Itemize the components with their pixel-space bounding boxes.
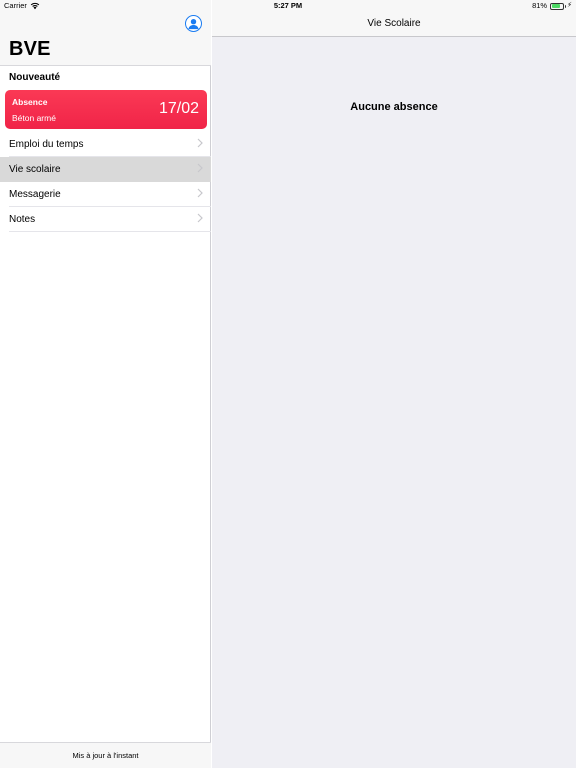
- battery-icon: [550, 2, 567, 10]
- profile-button[interactable]: [185, 15, 202, 32]
- menu-list: Emploi du temps Vie scolaire Messagerie: [0, 132, 211, 232]
- row-separator: [9, 231, 211, 232]
- section-header-news: Nouveauté: [9, 72, 61, 83]
- menu-item-vie-scolaire[interactable]: Vie scolaire: [0, 157, 211, 182]
- user-circle-icon: [188, 19, 199, 30]
- chevron-right-icon: [197, 188, 203, 198]
- menu-item-label: Vie scolaire: [9, 164, 61, 175]
- menu-item-messagerie[interactable]: Messagerie: [0, 182, 211, 207]
- empty-state-message: Aucune absence: [350, 101, 438, 113]
- ipad-screen: Carrier 5:27 PM 81% ⚡︎ BVE Nouveauté Abs…: [0, 0, 576, 768]
- news-card-subtitle: Béton armé: [12, 113, 56, 123]
- menu-item-label: Messagerie: [9, 189, 61, 200]
- bolt-icon: ⚡︎: [567, 2, 572, 9]
- menu-item-emploi-du-temps[interactable]: Emploi du temps: [0, 132, 211, 157]
- status-bar: Carrier 5:27 PM 81% ⚡︎: [0, 0, 576, 12]
- detail-title: Vie Scolaire: [367, 18, 421, 29]
- battery-percent: 81%: [532, 1, 548, 10]
- news-card-title: Absence: [12, 97, 48, 107]
- menu-item-notes[interactable]: Notes: [0, 207, 211, 232]
- detail-panel: Vie Scolaire Aucune absence: [212, 0, 576, 768]
- update-status-footer: Mis à jour à l'instant: [0, 742, 211, 768]
- chevron-right-icon: [197, 213, 203, 223]
- page-title: BVE: [9, 38, 51, 60]
- status-time: 5:27 PM: [273, 1, 303, 10]
- master-panel: BVE Nouveauté Absence Béton armé 17/02 E…: [0, 0, 211, 768]
- battery-fill: [551, 4, 561, 8]
- status-right: 81% ⚡︎: [532, 0, 572, 12]
- menu-item-label: Notes: [9, 214, 36, 225]
- menu-item-label: Emploi du temps: [9, 139, 84, 150]
- news-card-absence[interactable]: Absence Béton armé 17/02: [5, 90, 207, 129]
- chevron-right-icon: [197, 138, 203, 148]
- chevron-right-icon: [197, 163, 203, 173]
- news-card-date: 17/02: [158, 100, 199, 117]
